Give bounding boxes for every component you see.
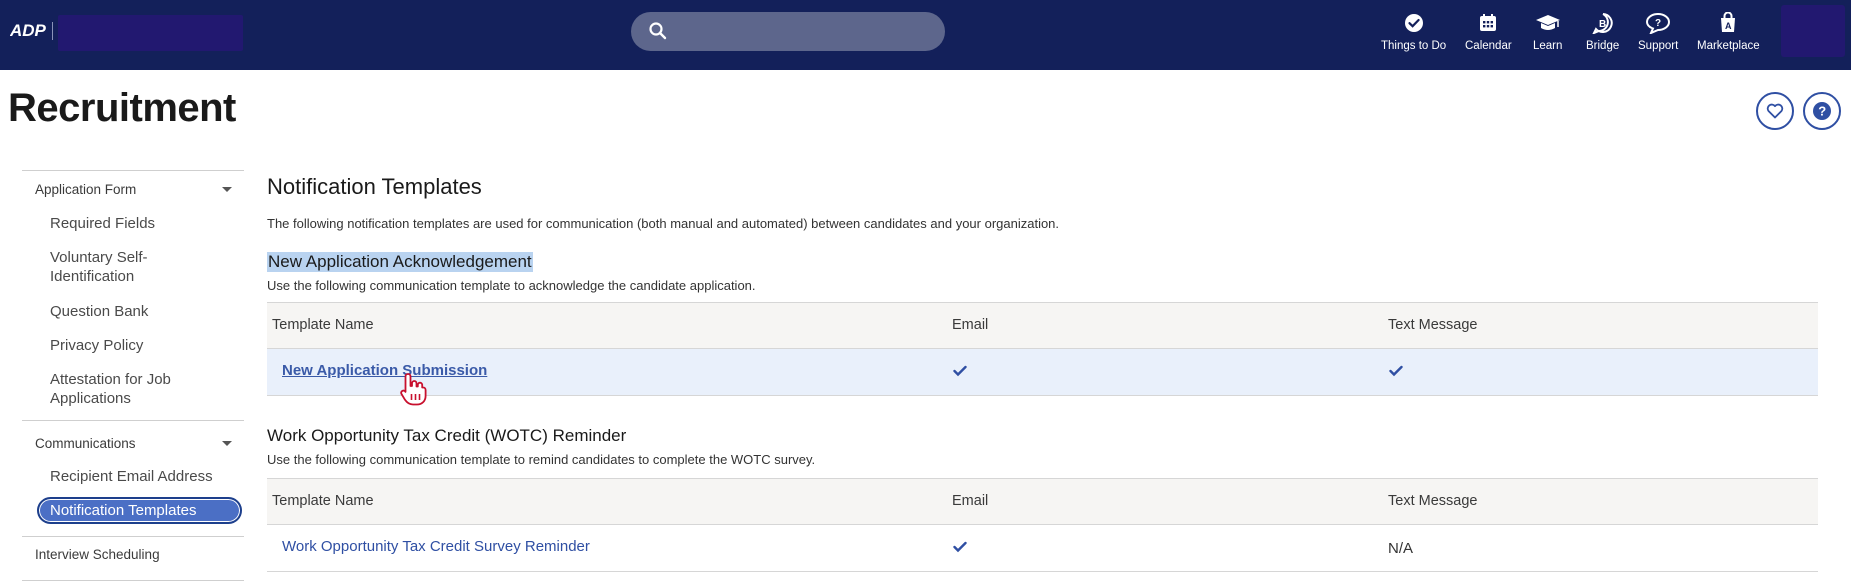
svg-text:?: ? — [1818, 104, 1826, 119]
support-chat-icon: ? — [1646, 12, 1671, 34]
sidebar-item-question-bank[interactable]: Question Bank — [50, 302, 148, 321]
logo-divider — [52, 22, 53, 40]
sidebar-group-application-form[interactable]: Application Form — [35, 182, 136, 197]
search-icon — [649, 22, 667, 40]
user-avatar[interactable] — [1781, 5, 1845, 57]
sidebar-group-communications[interactable]: Communications — [35, 436, 136, 451]
nav-label: Learn — [1533, 40, 1563, 52]
favorite-button[interactable] — [1756, 92, 1794, 130]
sidebar-divider — [22, 170, 244, 171]
svg-text:A: A — [1725, 21, 1732, 31]
nav-learn[interactable]: Learn — [1533, 10, 1562, 60]
table-row[interactable]: New Application Submission — [267, 349, 1818, 396]
search-bar[interactable] — [631, 12, 945, 51]
chevron-down-icon[interactable] — [222, 187, 232, 192]
help-icon: ? — [1813, 102, 1831, 120]
template-link[interactable]: New Application Submission — [282, 362, 487, 379]
svg-text:ADP: ADP — [10, 21, 46, 40]
help-button[interactable]: ? — [1803, 92, 1841, 130]
sidebar-item-required-fields[interactable]: Required Fields — [50, 214, 155, 233]
nav-marketplace[interactable]: A Marketplace — [1697, 10, 1760, 60]
sidebar-item-recipient-email[interactable]: Recipient Email Address — [50, 467, 213, 486]
top-navigation-bar: ADP Things to Do Calendar Learn B Bridge… — [0, 0, 1851, 70]
section-title: New Application Acknowledgement — [267, 252, 533, 272]
column-header[interactable]: Template Name — [272, 317, 374, 333]
section-description: Use the following communication template… — [267, 278, 756, 293]
table-header: Template Name Email Text Message — [267, 302, 1818, 349]
sidebar-group-interview-scheduling[interactable]: Interview Scheduling — [35, 547, 160, 562]
bridge-icon: B — [1592, 13, 1613, 34]
check-icon — [953, 541, 967, 553]
text-message-value: N/A — [1388, 540, 1414, 557]
column-header[interactable]: Template Name — [272, 493, 374, 509]
nav-label: Bridge — [1586, 40, 1620, 52]
svg-text:B: B — [1599, 19, 1606, 30]
sidebar-item-privacy-policy[interactable]: Privacy Policy — [50, 336, 143, 355]
nav-label: Calendar — [1465, 40, 1512, 52]
sidebar-divider — [22, 580, 244, 581]
marketplace-icon: A — [1721, 12, 1736, 32]
svg-text:?: ? — [1655, 18, 1661, 29]
sidebar-item-notification-templates[interactable]: Notification Templates — [37, 497, 242, 524]
nav-label: Marketplace — [1697, 40, 1760, 52]
table-row[interactable]: Work Opportunity Tax Credit Survey Remin… — [267, 525, 1818, 572]
sidebar-item-voluntary-self-identification[interactable]: Voluntary Self- Identification — [50, 248, 148, 286]
column-header[interactable]: Text Message — [1388, 317, 1477, 333]
nav-label: Things to Do — [1381, 40, 1447, 52]
section-title: Work Opportunity Tax Credit (WOTC) Remin… — [267, 426, 627, 445]
company-name-box — [58, 15, 243, 51]
column-header[interactable]: Email — [952, 493, 988, 509]
check-circle-icon — [1404, 14, 1423, 32]
check-icon — [953, 365, 967, 377]
section-heading: Notification Templates — [267, 174, 482, 199]
column-header[interactable]: Email — [952, 317, 988, 333]
chevron-down-icon[interactable] — [222, 441, 232, 446]
graduation-cap-icon — [1535, 15, 1560, 30]
template-link[interactable]: Work Opportunity Tax Credit Survey Remin… — [282, 538, 590, 555]
nav-label: Support — [1638, 40, 1679, 52]
sidebar-divider — [22, 420, 244, 421]
column-header[interactable]: Text Message — [1388, 493, 1477, 509]
intro-text: The following notification templates are… — [267, 216, 1060, 231]
nav-calendar[interactable]: Calendar — [1465, 10, 1512, 60]
hand-pointer-cursor-icon — [400, 373, 427, 406]
nav-bridge[interactable]: B Bridge — [1586, 10, 1619, 60]
sidebar-item-attestation[interactable]: Attestation for Job Applications — [50, 370, 171, 408]
calendar-icon — [1480, 14, 1497, 31]
check-icon — [1389, 365, 1403, 377]
nav-support[interactable]: ? Support — [1638, 10, 1678, 60]
sidebar-divider — [22, 536, 244, 537]
page-title: Recruitment — [8, 86, 236, 130]
nav-things-to-do[interactable]: Things to Do — [1381, 10, 1446, 60]
table-header: Template Name Email Text Message — [267, 478, 1818, 525]
heart-icon — [1766, 103, 1784, 119]
adp-logo[interactable]: ADP — [10, 20, 46, 40]
section-description: Use the following communication template… — [267, 452, 816, 467]
